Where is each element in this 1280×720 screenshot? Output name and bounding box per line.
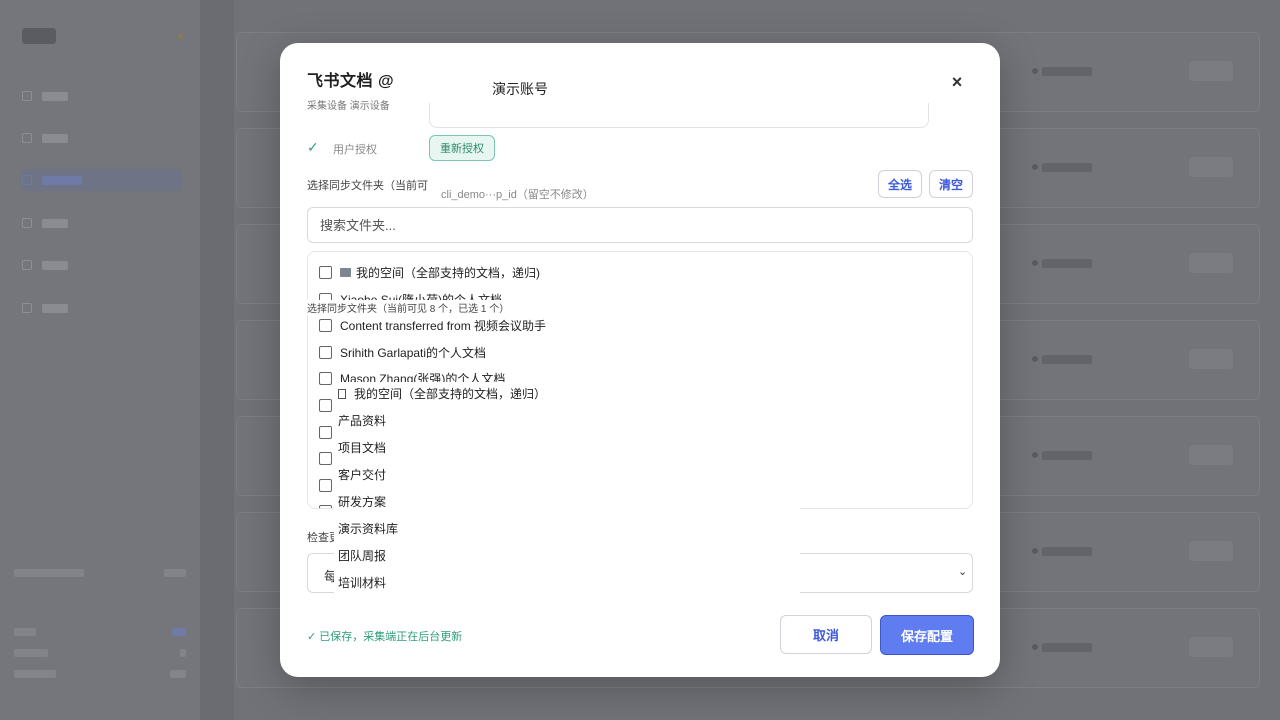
nav-icon bbox=[22, 260, 32, 270]
sidebar-footer-line bbox=[14, 628, 186, 636]
nav-label bbox=[42, 175, 82, 185]
status-tag bbox=[1032, 259, 1092, 268]
checkbox[interactable] bbox=[319, 425, 332, 439]
nav-label bbox=[42, 303, 68, 313]
chevron-down-icon: ⌄ bbox=[958, 566, 968, 578]
folder-search-input[interactable] bbox=[307, 207, 973, 243]
reauthorize-button[interactable]: 重新授权 bbox=[429, 135, 495, 161]
checkbox[interactable] bbox=[319, 504, 332, 508]
dropdown-item[interactable]: 项目文档 bbox=[338, 439, 386, 456]
sidebar-item-active[interactable] bbox=[22, 169, 182, 191]
sidebar-footer-line bbox=[14, 569, 186, 577]
checkbox[interactable] bbox=[319, 345, 332, 359]
status-tag bbox=[1032, 547, 1092, 556]
sidebar-footer-line bbox=[14, 649, 186, 657]
account-field[interactable] bbox=[429, 103, 929, 128]
row-action-button[interactable] bbox=[1189, 157, 1233, 177]
config-dialog: 飞书文档 @ 采集设备 演示设备 × 演示账号 ✓ 用户授权 重新授权 选择同步… bbox=[280, 43, 1000, 677]
select-all-button[interactable]: 全选 bbox=[878, 170, 922, 198]
nav-icon bbox=[22, 133, 32, 143]
checkmark-icon: ✓ bbox=[307, 139, 319, 155]
status-tag bbox=[1032, 355, 1092, 364]
list-item[interactable]: Content transferred from 视频会议助手 bbox=[308, 315, 546, 335]
status-tag bbox=[1032, 67, 1092, 76]
list-item[interactable]: 我的空间（全部支持的文档，递归) bbox=[308, 262, 540, 282]
nav-label bbox=[42, 260, 68, 270]
dialog-subtitle: 采集设备 演示设备 bbox=[307, 101, 390, 112]
checkbox[interactable] bbox=[319, 318, 332, 332]
folder-icon bbox=[340, 267, 351, 277]
saved-status: ✓ 已保存，采集端正在后台更新 bbox=[307, 631, 463, 643]
status-tag bbox=[1032, 643, 1092, 652]
checkbox[interactable] bbox=[319, 478, 332, 492]
folder-dropdown-overlay bbox=[334, 382, 800, 594]
save-config-button[interactable]: 保存配置 bbox=[880, 615, 974, 655]
select-folders-label: 选择同步文件夹（当前可 bbox=[307, 180, 428, 192]
status-tag bbox=[1032, 163, 1092, 172]
folder-label: 我的空间（全部支持的文档，递归) bbox=[356, 265, 540, 280]
sidebar-item[interactable] bbox=[22, 127, 182, 149]
row-action-button[interactable] bbox=[1189, 637, 1233, 657]
dropdown-item[interactable]: 产品资料 bbox=[338, 412, 386, 429]
app-id-hint: cli_demo···p_id（留空不修改） bbox=[441, 189, 594, 201]
folder-label: Content transferred from 视频会议助手 bbox=[340, 318, 547, 333]
checkbox[interactable] bbox=[319, 451, 332, 465]
dropdown-item[interactable]: 演示资料库 bbox=[338, 520, 398, 537]
nav-label bbox=[42, 218, 68, 228]
dropdown-item[interactable]: 研发方案 bbox=[338, 493, 386, 510]
row-action-button[interactable] bbox=[1189, 541, 1233, 561]
row-action-button[interactable] bbox=[1189, 349, 1233, 369]
nav-label bbox=[42, 133, 68, 143]
row-action-button[interactable] bbox=[1189, 253, 1233, 273]
sidebar-footer-line bbox=[14, 670, 186, 678]
status-tag bbox=[1032, 451, 1092, 460]
sidebar-item[interactable] bbox=[22, 212, 182, 234]
dialog-title: 飞书文档 @ bbox=[307, 73, 395, 90]
list-item[interactable]: Srihith Garlapati的个人文档 bbox=[308, 342, 486, 362]
nav-label bbox=[42, 91, 68, 101]
checkbox[interactable] bbox=[319, 398, 332, 412]
dropdown-item[interactable]: 我的空间（全部支持的文档，递归） bbox=[338, 385, 546, 402]
clear-button[interactable]: 清空 bbox=[929, 170, 973, 198]
cancel-button[interactable]: 取消 bbox=[780, 615, 872, 654]
sidebar-item[interactable] bbox=[22, 297, 182, 319]
folder-label: Srihith Garlapati的个人文档 bbox=[340, 345, 487, 360]
notification-dot bbox=[178, 34, 183, 39]
dropdown-item[interactable]: 客户交付 bbox=[338, 466, 386, 483]
checkbox[interactable] bbox=[319, 371, 332, 385]
nav-icon bbox=[22, 175, 32, 185]
nav-icon bbox=[22, 218, 32, 228]
nav-icon bbox=[22, 303, 32, 313]
row-action-button[interactable] bbox=[1189, 61, 1233, 81]
folder-icon bbox=[338, 388, 346, 399]
sidebar-item[interactable] bbox=[22, 85, 182, 107]
app-logo bbox=[22, 28, 56, 44]
dropdown-item-label: 我的空间（全部支持的文档，递归） bbox=[354, 387, 547, 401]
folder-count-overlay: 选择同步文件夹（当前可见 8 个，已选 1 个） bbox=[307, 300, 516, 315]
dropdown-item[interactable]: 团队周报 bbox=[338, 547, 386, 564]
nav-icon bbox=[22, 91, 32, 101]
sidebar bbox=[0, 0, 200, 720]
checkbox[interactable] bbox=[319, 265, 332, 279]
sidebar-item[interactable] bbox=[22, 254, 182, 276]
dropdown-item[interactable]: 培训材料 bbox=[338, 574, 386, 591]
row-action-button[interactable] bbox=[1189, 445, 1233, 465]
auth-label: 用户授权 bbox=[333, 144, 377, 156]
close-icon[interactable]: × bbox=[946, 71, 968, 93]
account-name: 演示账号 bbox=[492, 81, 548, 97]
